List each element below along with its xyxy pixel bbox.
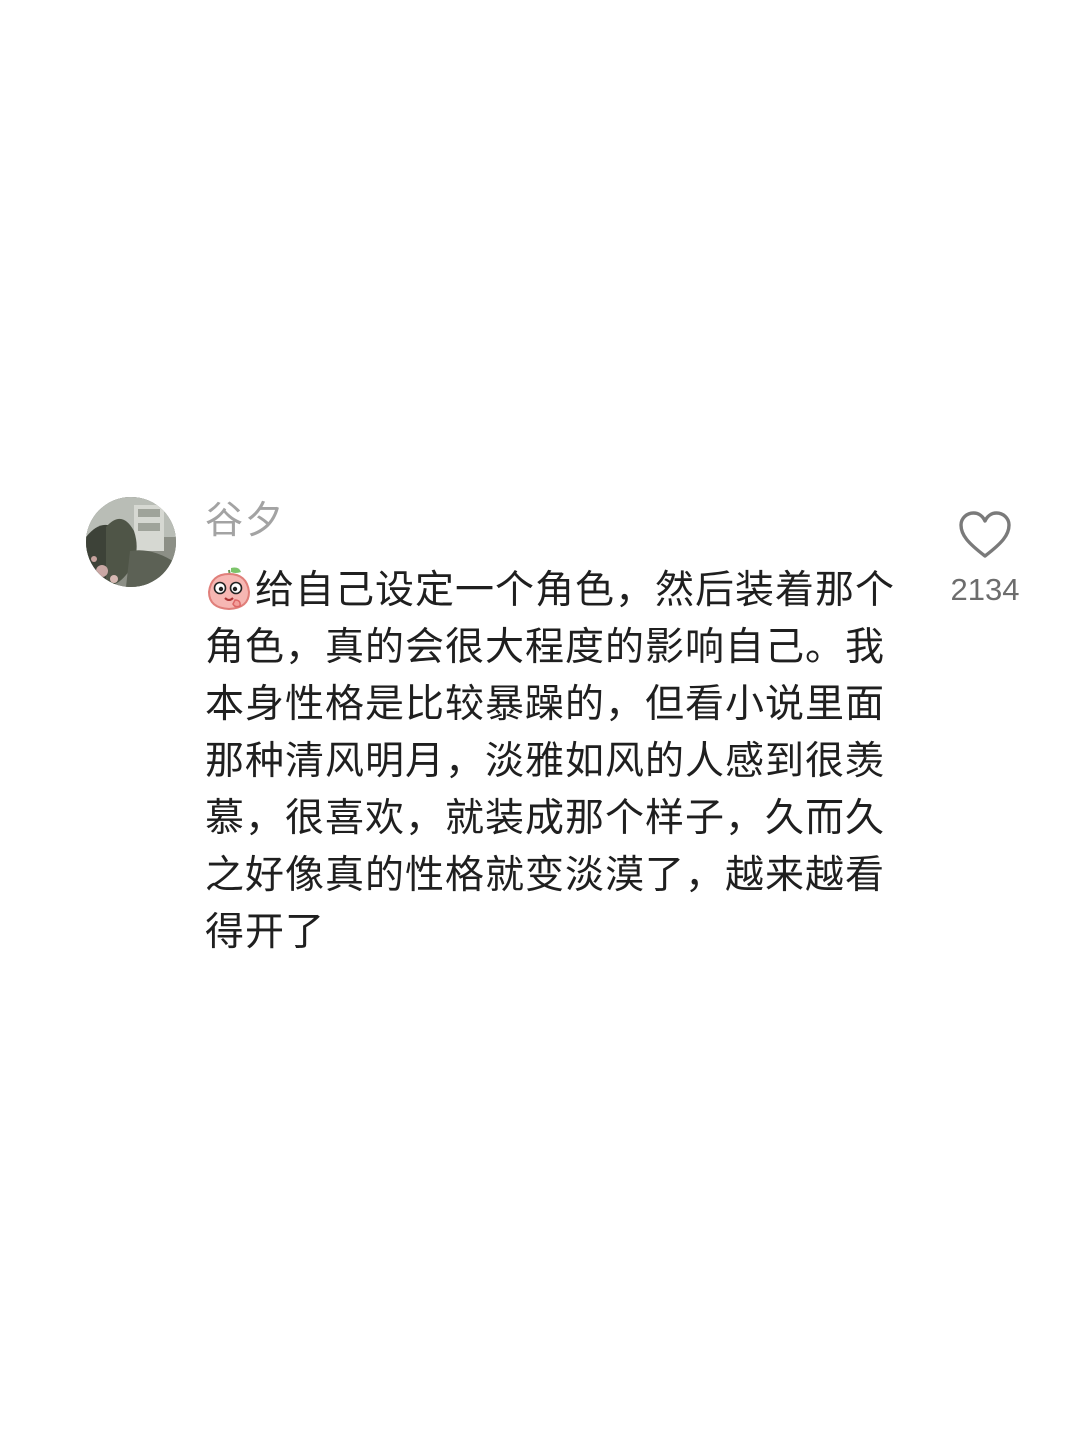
comment-text: 给自己设定一个角色，然后装着那个角色，真的会很大程度的影响自己。我本身性格是比较… (205, 568, 896, 955)
heart-outline-icon[interactable] (958, 510, 1012, 560)
like-button[interactable]: 2134 (946, 510, 1024, 610)
avatar-photo (86, 497, 176, 587)
avatar[interactable] (86, 497, 176, 587)
comment-body: 给自己设定一个角色，然后装着那个角色，真的会很大程度的影响自己。我本身性格是比较… (205, 562, 905, 961)
comment-item: 谷夕 给自己设定一个角色，然后装着那个角色，真的会很大程度的影响自己。我本身性格… (0, 0, 1080, 1440)
comment-username[interactable]: 谷夕 (205, 495, 285, 545)
page: 谷夕 给自己设定一个角色，然后装着那个角色，真的会很大程度的影响自己。我本身性格… (0, 0, 1080, 1440)
peach-face-emoji-icon (207, 567, 251, 611)
like-count: 2134 (950, 572, 1020, 607)
